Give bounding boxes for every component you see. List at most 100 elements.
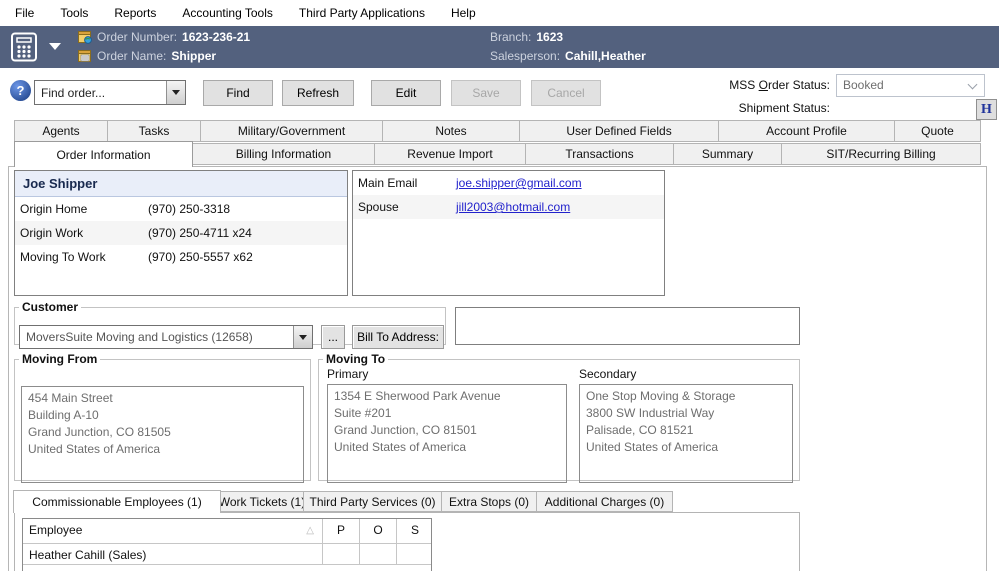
email-link[interactable]: joe.shipper@gmail.com (456, 176, 582, 190)
menu-reports[interactable]: Reports (101, 0, 169, 26)
shipment-status-label: Shipment Status: (738, 101, 830, 115)
tab-military-government[interactable]: Military/Government (200, 120, 383, 142)
address-line: Suite #201 (334, 406, 392, 420)
tab-notes[interactable]: Notes (382, 120, 520, 142)
address-line: 454 Main Street (28, 391, 113, 405)
o-cell (359, 544, 396, 564)
tab-third-party-services[interactable]: Third Party Services (0) (303, 491, 442, 512)
tab-work-tickets[interactable]: Work Tickets (1) (219, 491, 305, 512)
moving-from-address: 454 Main Street Building A-10 Grand Junc… (21, 386, 304, 483)
menu-bar: File Tools Reports Accounting Tools Thir… (0, 0, 999, 26)
mss-order-status-label: MSS Order Status: (729, 78, 830, 92)
salesperson-label: Salesperson: (490, 49, 561, 63)
sort-icon: △ (306, 525, 314, 536)
branch-value: 1623 (536, 30, 564, 44)
order-header-bar: Order Number: 1623-236-21 Order Name: Sh… (0, 26, 999, 68)
edit-button[interactable]: Edit (371, 80, 441, 106)
tab-billing-information[interactable]: Billing Information (192, 143, 375, 165)
moving-to-primary-address: 1354 E Sherwood Park Avenue Suite #201 G… (327, 384, 567, 483)
order-name-label: Order Name: (97, 49, 167, 63)
bill-to-address-button[interactable]: Bill To Address: (352, 325, 444, 349)
menu-accounting-tools[interactable]: Accounting Tools (169, 0, 286, 26)
branch-row: Branch: 1623 (490, 30, 563, 44)
primary-label: Primary (327, 367, 369, 381)
moving-to-secondary-address: One Stop Moving & Storage 3800 SW Indust… (579, 384, 793, 483)
moving-to-legend: Moving To (326, 352, 386, 366)
address-line: 3800 SW Industrial Way (586, 406, 715, 420)
phone-rows: Origin Home (970) 250-3318 Origin Work (… (15, 197, 347, 269)
salesperson-row: Salesperson: Cahill,Heather (490, 49, 646, 63)
customer-groupbox: Customer MoversSuite Moving and Logistic… (14, 300, 446, 349)
employee-cell: Heather Cahill (Sales) (29, 548, 147, 562)
cancel-button[interactable]: Cancel (531, 80, 601, 106)
tab-user-defined-fields[interactable]: User Defined Fields (519, 120, 719, 142)
find-order-input[interactable] (35, 81, 166, 104)
calculator-icon[interactable] (8, 31, 40, 63)
salesperson-value: Cahill,Heather (565, 49, 646, 63)
refresh-button[interactable]: Refresh (282, 80, 354, 106)
menu-file[interactable]: File (2, 0, 47, 26)
phone-row: Origin Home (970) 250-3318 (15, 197, 347, 221)
phone-label: Origin Work (20, 226, 84, 240)
tab-row-lower: Order Information Billing Information Re… (14, 141, 981, 167)
phone-label: Moving To Work (20, 250, 106, 264)
address-line: Grand Junction, CO 81505 (28, 425, 171, 439)
chevron-down-icon (967, 79, 978, 90)
customer-legend: Customer (22, 300, 79, 314)
find-button[interactable]: Find (203, 80, 273, 106)
tab-quote[interactable]: Quote (894, 120, 981, 142)
column-header-p[interactable]: P (322, 519, 359, 543)
tab-summary[interactable]: Summary (673, 143, 782, 165)
find-order-combobox[interactable] (34, 80, 186, 105)
order-number-value: 1623-236-21 (182, 30, 251, 44)
tab-extra-stops[interactable]: Extra Stops (0) (441, 491, 537, 512)
customer-value: MoversSuite Moving and Logistics (12658) (26, 330, 253, 344)
tab-additional-charges[interactable]: Additional Charges (0) (536, 491, 673, 512)
address-line: Building A-10 (28, 408, 99, 422)
address-line: United States of America (334, 440, 467, 454)
email-panel: Main Email joe.shipper@gmail.com Spouse … (352, 170, 665, 296)
customer-dropdown-button[interactable] (293, 326, 312, 348)
email-row: Spouse jill2003@hotmail.com (353, 195, 664, 219)
phone-value: (970) 250-3318 (148, 202, 231, 216)
help-icon[interactable]: ? (10, 80, 31, 101)
column-header-s[interactable]: S (396, 519, 433, 543)
order-number-row: Order Number: 1623-236-21 (78, 30, 250, 44)
dropdown-caret-icon (172, 90, 180, 95)
phone-row: Origin Work (970) 250-4711 x24 (15, 221, 347, 245)
customer-select[interactable]: MoversSuite Moving and Logistics (12658) (19, 325, 313, 349)
chevron-down-icon[interactable] (49, 43, 61, 50)
tab-commissionable-employees[interactable]: Commissionable Employees (1) (13, 490, 221, 513)
address-line: United States of America (586, 440, 719, 454)
tab-account-profile[interactable]: Account Profile (718, 120, 895, 142)
save-button[interactable]: Save (451, 80, 521, 106)
mss-order-status-select[interactable]: Booked (836, 74, 985, 97)
tab-order-information[interactable]: Order Information (14, 141, 193, 167)
menu-third-party-applications[interactable]: Third Party Applications (286, 0, 438, 26)
phone-value: (970) 250-5557 x62 (148, 250, 253, 264)
customer-more-button[interactable]: ... (321, 325, 345, 349)
email-label: Spouse (358, 200, 399, 214)
tab-revenue-import[interactable]: Revenue Import (374, 143, 526, 165)
history-button[interactable]: H (976, 99, 997, 120)
app-window: File Tools Reports Accounting Tools Thir… (0, 0, 999, 571)
find-order-dropdown-button[interactable] (166, 81, 185, 104)
menu-tools[interactable]: Tools (47, 0, 101, 26)
moving-to-groupbox: Moving To Primary 1354 E Sherwood Park A… (318, 352, 800, 483)
column-header-employee[interactable]: Employee △ (23, 519, 322, 543)
table-row[interactable]: Heather Cahill (Sales) (23, 544, 431, 565)
s-cell (396, 544, 433, 564)
order-name-icon (78, 49, 92, 63)
menu-help[interactable]: Help (438, 0, 489, 26)
tab-agents[interactable]: Agents (14, 120, 108, 142)
address-line: United States of America (28, 442, 161, 456)
column-header-o[interactable]: O (359, 519, 396, 543)
branch-label: Branch: (490, 30, 532, 44)
tab-sit-recurring-billing[interactable]: SIT/Recurring Billing (781, 143, 981, 165)
tab-transactions[interactable]: Transactions (525, 143, 674, 165)
tab-tasks[interactable]: Tasks (107, 120, 201, 142)
email-link[interactable]: jill2003@hotmail.com (456, 200, 570, 214)
email-row: Main Email joe.shipper@gmail.com (353, 171, 664, 195)
order-number-icon (78, 30, 92, 44)
bill-to-address-box (455, 307, 800, 345)
